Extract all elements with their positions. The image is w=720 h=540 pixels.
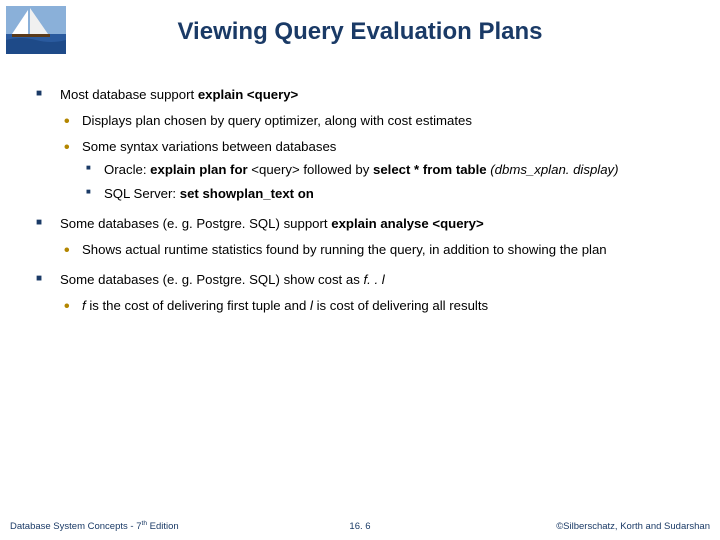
text-bold: set showplan_text on [180, 186, 314, 201]
text: <query> followed by [251, 162, 373, 177]
text: Some databases (e. g. Postgre. SQL) show… [60, 272, 363, 287]
text: Shows actual runtime statistics found by… [82, 242, 607, 257]
slide: { "title": "Viewing Query Evaluation Pla… [0, 0, 720, 540]
slide-title: Viewing Query Evaluation Plans [0, 18, 720, 46]
text: SQL Server: [104, 186, 180, 201]
bullet-item: Oracle: explain plan for <query> followe… [82, 161, 700, 179]
text-bold: select * from table [373, 162, 487, 177]
text: Some syntax variations between databases [82, 139, 336, 154]
footer-right: ©Silberschatz, Korth and Sudarshan [556, 521, 710, 532]
bullet-item: Some databases (e. g. Postgre. SQL) supp… [36, 215, 700, 259]
text-bold: explain analyse <query> [331, 216, 483, 231]
text-bold: explain plan for [150, 162, 251, 177]
bullet-item: SQL Server: set showplan_text on [82, 185, 700, 203]
text: is the cost of delivering first tuple an… [86, 298, 310, 313]
bullet-item: Shows actual runtime statistics found by… [60, 241, 700, 259]
bullet-item: Some databases (e. g. Postgre. SQL) show… [36, 271, 700, 315]
text: Displays plan chosen by query optimizer,… [82, 113, 472, 128]
text: Oracle: [104, 162, 150, 177]
text-italic: (dbms_xplan. display) [487, 162, 619, 177]
text: Some databases (e. g. Postgre. SQL) supp… [60, 216, 331, 231]
bullet-item: Displays plan chosen by query optimizer,… [60, 112, 700, 130]
text: Most database support [60, 87, 198, 102]
slide-content: Most database support explain <query> Di… [36, 86, 700, 326]
text: is cost of delivering all results [313, 298, 488, 313]
bullet-item: Some syntax variations between databases… [60, 138, 700, 203]
bullet-item: f is the cost of delivering first tuple … [60, 297, 700, 315]
text-bold: explain <query> [198, 87, 298, 102]
bullet-item: Most database support explain <query> Di… [36, 86, 700, 203]
text-italic: f. . l [363, 272, 384, 287]
